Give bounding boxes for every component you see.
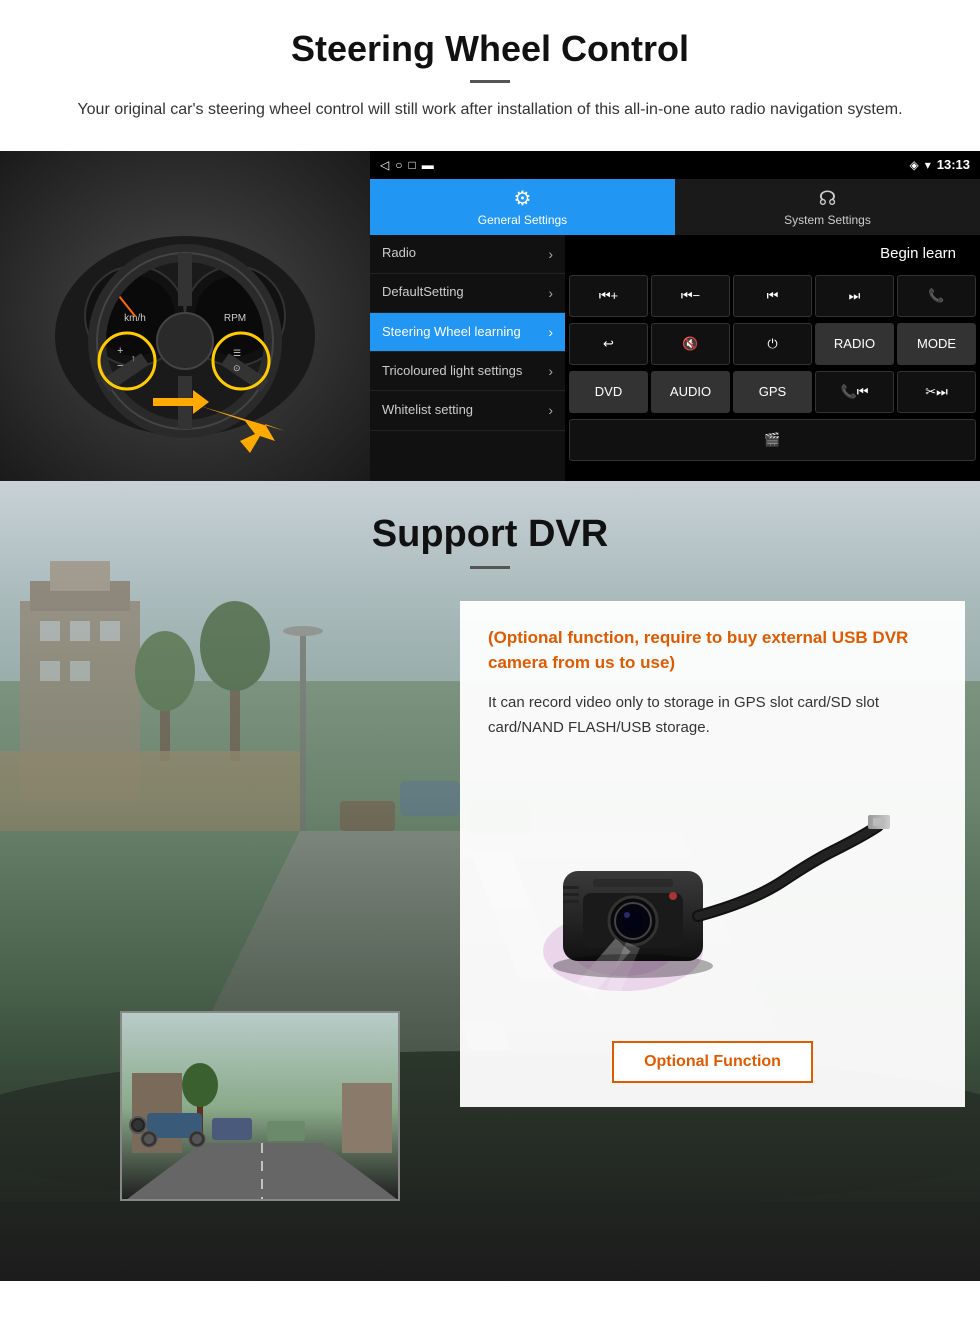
swc-subtitle: Your original car's steering wheel contr… bbox=[60, 97, 920, 123]
ctrl-btn-dvd[interactable]: DVD bbox=[569, 371, 648, 413]
menu-arrow-light: › bbox=[548, 362, 553, 380]
home-icon: ○ bbox=[395, 158, 402, 172]
svg-text:+: + bbox=[117, 345, 123, 357]
ctrl-btn-phone-prev[interactable]: 📞⏮ bbox=[815, 371, 894, 413]
menu-arrow-radio: › bbox=[548, 245, 553, 263]
menu-item-steering-label: Steering Wheel learning bbox=[382, 324, 521, 341]
menu-item-steering[interactable]: Steering Wheel learning › bbox=[370, 313, 565, 352]
svg-text:⊙: ⊙ bbox=[233, 363, 241, 373]
tab-general-label: General Settings bbox=[478, 213, 567, 227]
general-settings-icon: ⚙ bbox=[514, 186, 532, 211]
ctrl-btn-gps[interactable]: GPS bbox=[733, 371, 812, 413]
svg-text:−: − bbox=[117, 360, 123, 372]
dvr-thumbnail bbox=[120, 1011, 400, 1201]
menu-list: Radio › DefaultSetting › Steering Wheel … bbox=[370, 235, 565, 481]
system-status-icons: ◈ ▾ 13:13 bbox=[909, 157, 970, 172]
dvr-left-panel bbox=[0, 601, 450, 1281]
menu-arrow-default: › bbox=[548, 284, 553, 302]
ctrl-btn-audio[interactable]: AUDIO bbox=[651, 371, 730, 413]
ctrl-row-2: ↩ 🔇 ⏻ RADIO MODE bbox=[565, 320, 980, 368]
dvr-camera-svg bbox=[533, 771, 893, 1001]
android-content: Radio › DefaultSetting › Steering Wheel … bbox=[370, 235, 980, 481]
android-panel: ◁ ○ □ ▬ ◈ ▾ 13:13 ⚙ General Settings bbox=[370, 151, 980, 481]
optional-function-btn-area: Optional Function bbox=[488, 1021, 937, 1083]
swc-demo-block: km/h RPM + − bbox=[0, 151, 980, 481]
menu-icon: ▬ bbox=[422, 158, 434, 172]
ctrl-btn-vol-up[interactable]: ⏮+ bbox=[569, 275, 648, 317]
ctrl-row-3: DVD AUDIO GPS 📞⏮ ✂⏭ bbox=[565, 368, 980, 416]
ctrl-btn-next[interactable]: ⏭ bbox=[815, 275, 894, 317]
menu-item-whitelist-label: Whitelist setting bbox=[382, 402, 473, 419]
optional-function-button[interactable]: Optional Function bbox=[612, 1041, 813, 1083]
ctrl-row-4: 🎬 bbox=[565, 416, 980, 464]
dvr-title-divider bbox=[470, 566, 510, 569]
begin-learn-row: Begin learn bbox=[565, 235, 980, 272]
tab-general[interactable]: ⚙ General Settings bbox=[370, 179, 675, 235]
swc-photo: km/h RPM + − bbox=[0, 151, 370, 481]
ctrl-btn-cut-next[interactable]: ✂⏭ bbox=[897, 371, 976, 413]
ctrl-btn-power[interactable]: ⏻ bbox=[733, 323, 812, 365]
menu-arrow-steering: › bbox=[548, 323, 553, 341]
ctrl-btn-vol-down[interactable]: ⏮− bbox=[651, 275, 730, 317]
swc-title: Steering Wheel Control bbox=[60, 28, 920, 70]
ctrl-row-1: ⏮+ ⏮− ⏮ ⏭ 📞 bbox=[565, 272, 980, 320]
menu-item-whitelist[interactable]: Whitelist setting › bbox=[370, 391, 565, 430]
dvr-optional-text: (Optional function, require to buy exter… bbox=[488, 625, 937, 676]
svg-text:RPM: RPM bbox=[224, 313, 246, 324]
tab-system-label: System Settings bbox=[784, 213, 871, 227]
android-status-bar: ◁ ○ □ ▬ ◈ ▾ 13:13 bbox=[370, 151, 980, 179]
dvr-content-area: (Optional function, require to buy exter… bbox=[0, 581, 980, 1281]
menu-item-radio[interactable]: Radio › bbox=[370, 235, 565, 274]
system-settings-icon: ☊ bbox=[819, 186, 837, 211]
dvr-info-card: (Optional function, require to buy exter… bbox=[460, 601, 965, 1107]
ctrl-btn-mute[interactable]: 🔇 bbox=[651, 323, 730, 365]
ctrl-btn-prev[interactable]: ⏮ bbox=[733, 275, 812, 317]
tab-system[interactable]: ☊ System Settings bbox=[675, 179, 980, 235]
svg-text:↑: ↑ bbox=[131, 353, 136, 363]
svg-text:☰: ☰ bbox=[233, 348, 241, 358]
status-time: 13:13 bbox=[937, 157, 970, 172]
swc-photo-inner: km/h RPM + − bbox=[0, 151, 370, 481]
dvr-section: Support DVR bbox=[0, 481, 980, 1281]
dvr-right-panel: (Optional function, require to buy exter… bbox=[450, 601, 980, 1281]
ctrl-btn-phone[interactable]: 📞 bbox=[897, 275, 976, 317]
begin-learn-button[interactable]: Begin learn bbox=[864, 241, 972, 266]
button-grid: Begin learn ⏮+ ⏮− ⏮ ⏭ 📞 ↩ 🔇 ⏻ bbox=[565, 235, 980, 481]
swc-title-area: Steering Wheel Control Your original car… bbox=[0, 0, 980, 133]
steering-wheel-svg: km/h RPM + − bbox=[45, 176, 325, 456]
dvr-title-area: Support DVR bbox=[0, 481, 980, 581]
recent-icon: □ bbox=[408, 158, 415, 172]
menu-item-default[interactable]: DefaultSetting › bbox=[370, 274, 565, 313]
menu-item-radio-label: Radio bbox=[382, 245, 416, 262]
dvr-camera-area bbox=[488, 761, 937, 1011]
wifi-icon: ▾ bbox=[925, 158, 931, 172]
ctrl-btn-mode[interactable]: MODE bbox=[897, 323, 976, 365]
ctrl-btn-camera[interactable]: 🎬 bbox=[569, 419, 976, 461]
gps-icon: ◈ bbox=[909, 158, 918, 172]
android-tabs: ⚙ General Settings ☊ System Settings bbox=[370, 179, 980, 235]
status-icons: ◁ ○ □ ▬ bbox=[380, 158, 434, 172]
menu-item-default-label: DefaultSetting bbox=[382, 284, 464, 301]
dvr-title: Support DVR bbox=[60, 513, 920, 556]
menu-arrow-whitelist: › bbox=[548, 401, 553, 419]
ctrl-btn-radio[interactable]: RADIO bbox=[815, 323, 894, 365]
dvr-desc-text: It can record video only to storage in G… bbox=[488, 690, 937, 741]
back-icon: ◁ bbox=[380, 158, 389, 172]
thumbnail-svg bbox=[122, 1013, 400, 1201]
menu-item-light[interactable]: Tricoloured light settings › bbox=[370, 352, 565, 391]
ctrl-btn-hangup[interactable]: ↩ bbox=[569, 323, 648, 365]
swc-title-divider bbox=[470, 80, 510, 83]
steering-wheel-section: Steering Wheel Control Your original car… bbox=[0, 0, 980, 481]
menu-item-light-label: Tricoloured light settings bbox=[382, 363, 522, 380]
